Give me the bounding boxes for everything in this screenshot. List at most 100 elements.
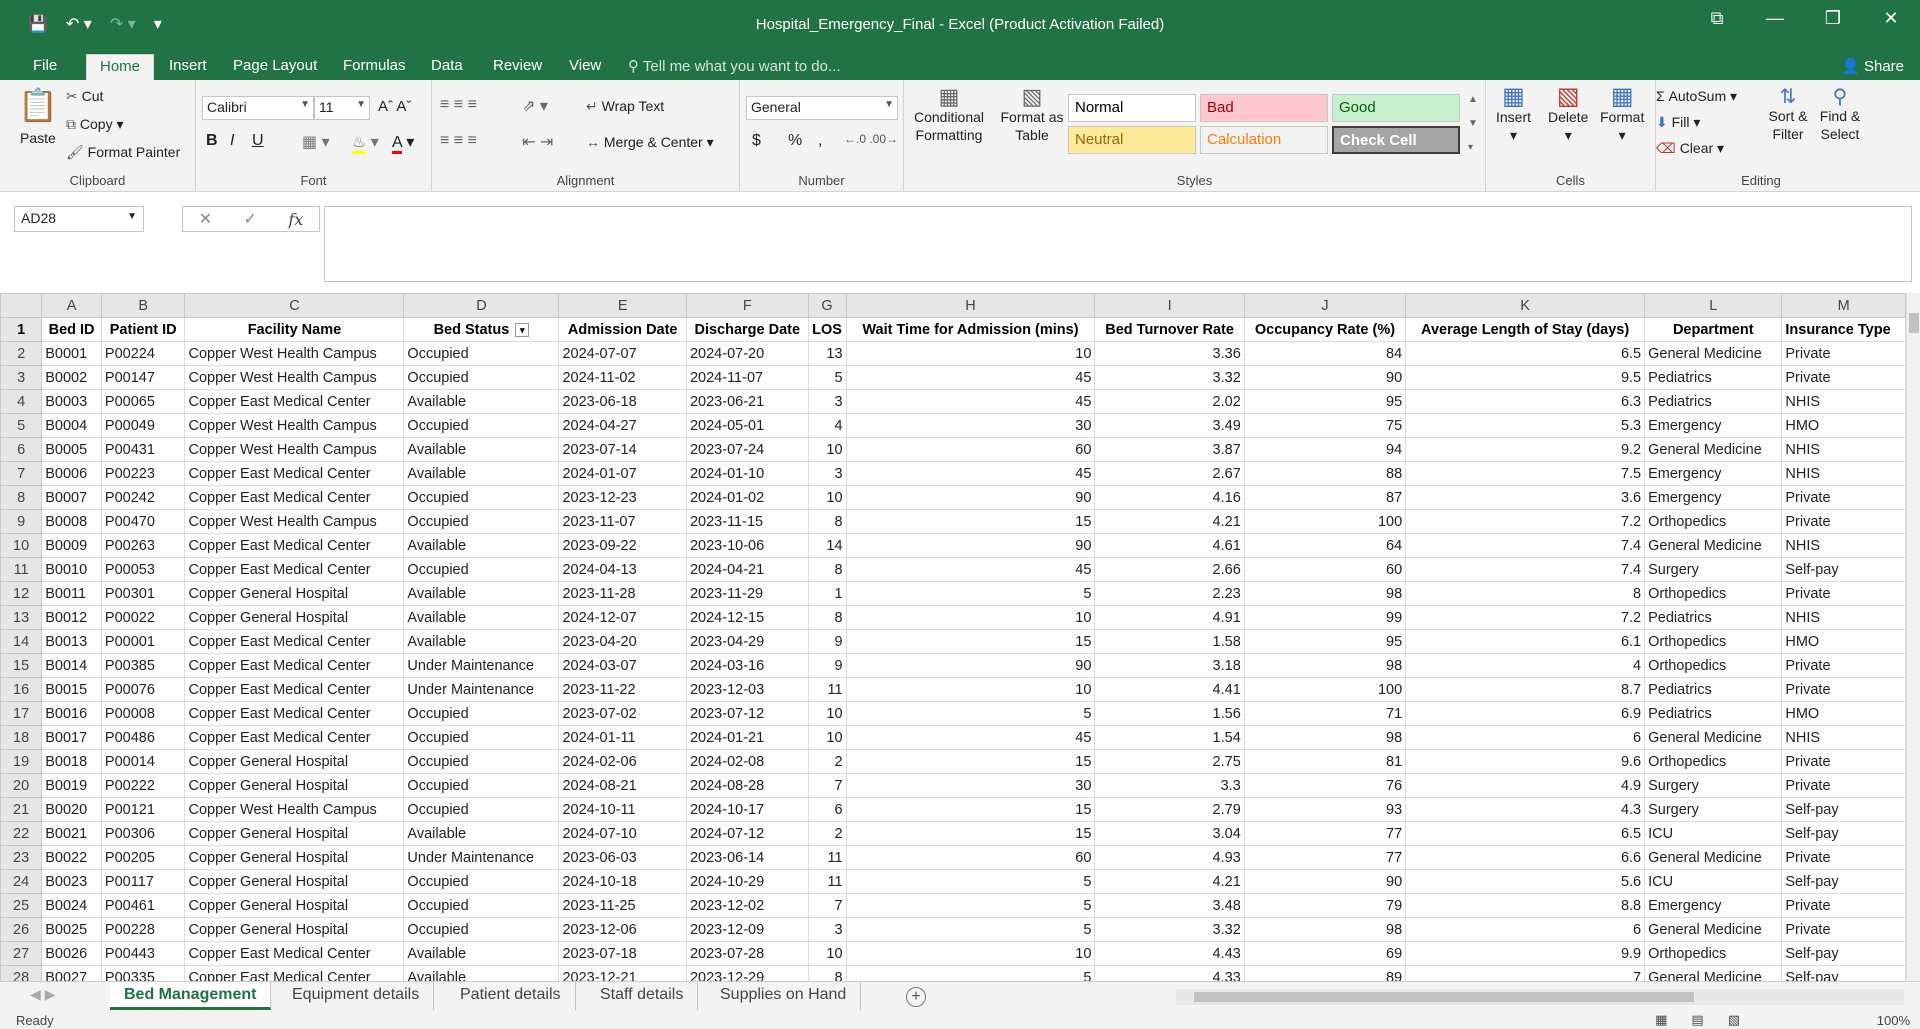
cell[interactable]: 2023-12-02 (685, 893, 809, 918)
cell[interactable]: Copper East Medical Center (184, 485, 405, 510)
cell[interactable]: 3.48 (1094, 893, 1245, 918)
cell[interactable]: B0022 (41, 845, 102, 870)
cell[interactable]: B0026 (41, 941, 102, 966)
cell[interactable]: 76 (1243, 773, 1407, 798)
cell[interactable]: 7.5 (1405, 461, 1646, 486)
cell[interactable]: Copper East Medical Center (184, 533, 405, 558)
cell[interactable]: 9.5 (1405, 365, 1646, 390)
cell[interactable]: B0013 (41, 629, 102, 654)
format-painter-button[interactable]: 🖌 Format Painter (66, 144, 180, 161)
cell[interactable]: 4.21 (1094, 509, 1245, 534)
cell[interactable]: B0020 (41, 797, 102, 822)
row-header[interactable]: 12 (0, 581, 43, 606)
cell[interactable]: 10 (807, 725, 847, 750)
wrap-text-button[interactable]: ↵ Wrap Text (586, 98, 664, 115)
row-header[interactable]: 3 (0, 365, 43, 390)
cell[interactable]: 45 (845, 389, 1096, 414)
row-header[interactable]: 19 (0, 749, 43, 774)
header-cell[interactable]: Facility Name (184, 317, 405, 342)
sort-filter-button[interactable]: ⇅ Sort & Filter (1762, 87, 1814, 143)
cell[interactable]: 10 (845, 677, 1096, 702)
cell[interactable]: 9.6 (1405, 749, 1646, 774)
cell[interactable]: 1.56 (1094, 701, 1245, 726)
cell[interactable]: Copper General Hospital (184, 749, 405, 774)
cell[interactable]: 9 (807, 629, 847, 654)
vertical-scrollbar[interactable] (1906, 293, 1920, 981)
cell[interactable]: Under Maintenance (403, 653, 560, 678)
percent-button[interactable]: % (788, 132, 802, 150)
cut-button[interactable]: ✂ Cut (66, 88, 103, 105)
cell[interactable]: Private (1781, 845, 1906, 870)
cell[interactable]: Emergency (1644, 461, 1783, 486)
row-header[interactable]: 8 (0, 485, 43, 510)
cell[interactable]: 5 (845, 893, 1096, 918)
cell[interactable]: Under Maintenance (403, 845, 560, 870)
cell[interactable]: 90 (845, 485, 1096, 510)
cell[interactable]: 2024-12-15 (685, 605, 809, 630)
cell[interactable]: 14 (807, 533, 847, 558)
cell[interactable]: Private (1781, 893, 1906, 918)
zoom-level[interactable]: 100% (1877, 1013, 1910, 1028)
cell[interactable]: B0001 (41, 341, 102, 366)
cell[interactable]: 2023-07-12 (685, 701, 809, 726)
cell[interactable]: 3.87 (1094, 437, 1245, 462)
confirm-icon[interactable]: ✓ (244, 209, 257, 229)
cell[interactable]: B0010 (41, 557, 102, 582)
cell[interactable]: 15 (845, 797, 1096, 822)
cell[interactable]: 2023-10-06 (685, 533, 809, 558)
cell[interactable]: B0027 (41, 965, 102, 981)
cell[interactable]: Private (1781, 341, 1906, 366)
cell[interactable]: Occupied (403, 917, 560, 942)
cell[interactable]: Copper General Hospital (184, 917, 405, 942)
cell[interactable]: 2023-11-07 (558, 509, 687, 534)
cell[interactable]: Occupied (403, 509, 560, 534)
cell[interactable]: Copper East Medical Center (184, 725, 405, 750)
cell[interactable]: Available (403, 389, 560, 414)
cell[interactable]: NHIS (1781, 461, 1906, 486)
cell[interactable]: Copper West Health Campus (184, 797, 405, 822)
tell-me-search[interactable]: ⚲ Tell me what you want to do... (628, 57, 841, 75)
cell[interactable]: Orthopedics (1644, 941, 1783, 966)
header-cell[interactable]: Department (1644, 317, 1783, 342)
cell[interactable]: Occupied (403, 773, 560, 798)
cell[interactable]: General Medicine (1644, 725, 1783, 750)
cell[interactable]: P00205 (100, 845, 186, 870)
column-header-f[interactable]: F (685, 293, 809, 318)
cell[interactable]: Private (1781, 749, 1906, 774)
tab-page-layout[interactable]: Page Layout (220, 54, 330, 80)
cell[interactable]: Self-pay (1781, 965, 1906, 981)
cell[interactable]: Copper General Hospital (184, 893, 405, 918)
fill-button[interactable]: ⬇ Fill ▾ (1656, 114, 1700, 131)
cell[interactable]: 7.2 (1405, 509, 1646, 534)
cell[interactable]: Pediatrics (1644, 389, 1783, 414)
cell[interactable]: 88 (1243, 461, 1407, 486)
cell[interactable]: P00431 (100, 437, 186, 462)
align-left-icon[interactable]: ≡ ≡ ≡ (440, 132, 477, 150)
cell[interactable]: 3.36 (1094, 341, 1245, 366)
cell[interactable]: 4.91 (1094, 605, 1245, 630)
cell[interactable]: 2024-03-07 (558, 653, 687, 678)
cell[interactable]: 8 (807, 509, 847, 534)
cell[interactable]: Available (403, 941, 560, 966)
cell[interactable]: B0007 (41, 485, 102, 510)
cell[interactable]: 60 (845, 845, 1096, 870)
cell[interactable]: Available (403, 965, 560, 981)
header-cell[interactable]: Bed Status ▾ (403, 317, 560, 342)
header-cell[interactable]: Occupancy Rate (%) (1243, 317, 1407, 342)
row-header[interactable]: 9 (0, 509, 43, 534)
cell[interactable]: 2024-10-29 (685, 869, 809, 894)
cell[interactable]: B0016 (41, 701, 102, 726)
currency-button[interactable]: $ (752, 132, 761, 150)
cell[interactable]: 6 (807, 797, 847, 822)
cell[interactable]: 2024-10-18 (558, 869, 687, 894)
ribbon-display-icon[interactable]: ⧉ (1688, 8, 1746, 29)
format-as-table-button[interactable]: ▧ Format as Table (994, 86, 1070, 144)
cell[interactable]: 1.58 (1094, 629, 1245, 654)
cell[interactable]: 8 (807, 605, 847, 630)
cell[interactable]: 90 (1243, 869, 1407, 894)
cell[interactable]: 30 (845, 773, 1096, 798)
cell[interactable]: General Medicine (1644, 917, 1783, 942)
cell[interactable]: P00461 (100, 893, 186, 918)
cell[interactable]: B0011 (41, 581, 102, 606)
cell[interactable]: 99 (1243, 605, 1407, 630)
